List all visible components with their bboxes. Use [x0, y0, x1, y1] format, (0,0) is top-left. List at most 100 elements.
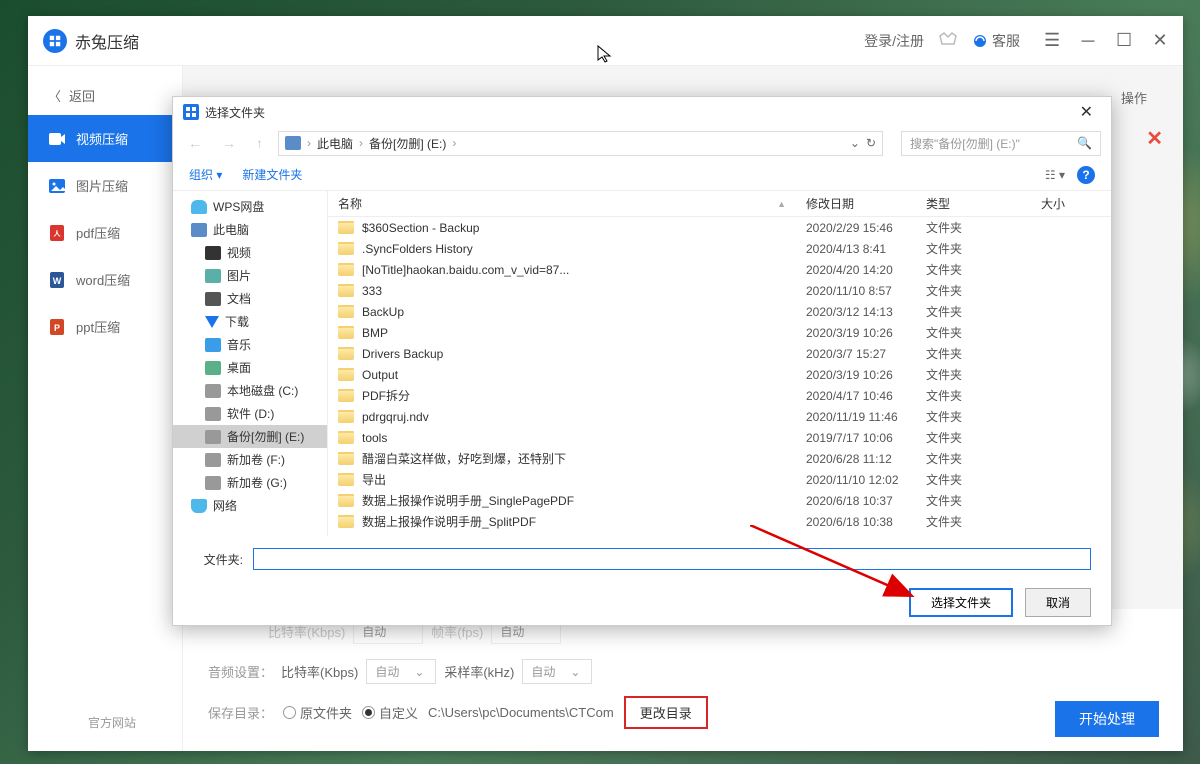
- video-icon: [48, 130, 66, 148]
- ic-pic: [205, 269, 221, 283]
- ppt-icon: P: [48, 318, 66, 336]
- minimize-button[interactable]: －: [1080, 33, 1096, 49]
- file-row[interactable]: BMP2020/3/19 10:26文件夹: [328, 322, 1111, 343]
- bottom-panel: 比特率(Kbps) 自动 帧率(fps) 自动 音频设置： 比特率(Kbps) …: [183, 609, 1183, 751]
- file-row[interactable]: [NoTitle]haokan.baidu.com_v_vid=87...202…: [328, 259, 1111, 280]
- tree-item[interactable]: 音乐: [173, 333, 327, 356]
- sidebar-item-label: ppt压缩: [76, 317, 120, 336]
- pc-icon: [285, 136, 301, 150]
- nav-back-button[interactable]: ←: [183, 135, 207, 151]
- organize-button[interactable]: 组织 ▾: [189, 166, 222, 183]
- sidebar-item-word[interactable]: W word压缩: [28, 256, 182, 303]
- close-button[interactable]: ✕: [1152, 33, 1168, 49]
- view-mode-button[interactable]: ☷ ▾: [1045, 168, 1065, 182]
- folder-icon: [338, 452, 354, 465]
- folder-picker-dialog: 选择文件夹 ✕ ← → ↑ › 此电脑 › 备份[勿删] (E:) › ⌄ ↻ …: [172, 96, 1112, 626]
- help-icon[interactable]: ?: [1077, 166, 1095, 184]
- file-row[interactable]: Output2020/3/19 10:26文件夹: [328, 364, 1111, 385]
- svg-text:人: 人: [54, 229, 62, 238]
- tree-item[interactable]: WPS网盘: [173, 195, 327, 218]
- nav-forward-button[interactable]: →: [217, 135, 241, 151]
- file-row[interactable]: pdrgqruj.ndv2020/11/19 11:46文件夹: [328, 406, 1111, 427]
- bitrate-select[interactable]: 自动⌄: [366, 659, 436, 684]
- folder-name-input[interactable]: [253, 548, 1091, 570]
- file-row[interactable]: BackUp2020/3/12 14:13文件夹: [328, 301, 1111, 322]
- folder-icon: [338, 410, 354, 423]
- start-button[interactable]: 开始处理: [1055, 701, 1159, 737]
- tree-item[interactable]: 文档: [173, 287, 327, 310]
- sidebar-item-ppt[interactable]: P ppt压缩: [28, 303, 182, 350]
- folder-icon: [338, 347, 354, 360]
- file-row[interactable]: $360Section - Backup2020/2/29 15:46文件夹: [328, 217, 1111, 238]
- sidebar-item-pdf[interactable]: 人 pdf压缩: [28, 209, 182, 256]
- audio-settings-row: 音频设置： 比特率(Kbps) 自动⌄ 采样率(kHz) 自动⌄: [208, 659, 1158, 684]
- chevron-down-icon[interactable]: ⌄: [850, 136, 860, 150]
- tree-item[interactable]: 此电脑: [173, 218, 327, 241]
- col-date[interactable]: 修改日期: [806, 195, 926, 212]
- tree-item[interactable]: 图片: [173, 264, 327, 287]
- tree-item[interactable]: 新加卷 (G:): [173, 471, 327, 494]
- ic-dl: [205, 316, 219, 328]
- save-path: C:\Users\pc\Documents\CTCom: [428, 705, 614, 720]
- refresh-icon[interactable]: ↻: [866, 136, 876, 150]
- customer-service-link[interactable]: 客服: [972, 31, 1020, 51]
- pdf-icon: 人: [48, 224, 66, 242]
- ic-disk: [205, 407, 221, 421]
- headset-icon: [972, 33, 988, 49]
- dialog-nav: ← → ↑ › 此电脑 › 备份[勿删] (E:) › ⌄ ↻ 搜索"备份[勿删…: [173, 127, 1111, 159]
- file-row[interactable]: PDF拆分2020/4/17 10:46文件夹: [328, 385, 1111, 406]
- dialog-close-button[interactable]: ✕: [1072, 102, 1101, 122]
- remove-item-button[interactable]: ✕: [1146, 126, 1163, 151]
- file-row[interactable]: Drivers Backup2020/3/7 15:27文件夹: [328, 343, 1111, 364]
- search-input[interactable]: 搜索"备份[勿删] (E:)" 🔍: [901, 131, 1101, 156]
- menu-button[interactable]: ☰: [1044, 33, 1060, 49]
- sidebar-item-image[interactable]: 图片压缩: [28, 162, 182, 209]
- new-folder-button[interactable]: 新建文件夹: [242, 166, 302, 183]
- app-logo-icon: [43, 29, 67, 53]
- official-site-link[interactable]: 官方网站: [88, 714, 136, 731]
- tree-item[interactable]: 备份[勿删] (E:): [173, 425, 327, 448]
- col-type[interactable]: 类型: [926, 195, 1041, 212]
- sidebar-item-label: 视频压缩: [76, 129, 128, 148]
- ic-doc: [205, 292, 221, 306]
- file-row[interactable]: 导出2020/11/10 12:02文件夹: [328, 469, 1111, 490]
- file-row[interactable]: 醋溜白菜这样做，好吃到爆，还特别下2020/6/28 11:12文件夹: [328, 448, 1111, 469]
- sidebar-item-video[interactable]: 视频压缩: [28, 115, 182, 162]
- file-row[interactable]: tools2019/7/17 10:06文件夹: [328, 427, 1111, 448]
- file-row[interactable]: .SyncFolders History2020/4/13 8:41文件夹: [328, 238, 1111, 259]
- file-row[interactable]: 数据上报操作说明手册_SinglePagePDF2020/6/18 10:37文…: [328, 490, 1111, 511]
- tree-item[interactable]: 本地磁盘 (C:): [173, 379, 327, 402]
- dialog-icon: [183, 104, 199, 120]
- sample-select[interactable]: 自动⌄: [522, 659, 592, 684]
- tree-item[interactable]: 网络: [173, 494, 327, 517]
- ops-header: 操作: [1121, 88, 1147, 107]
- titlebar: 赤兔压缩 登录/注册 客服 ☰ － ☐ ✕: [28, 16, 1183, 66]
- vip-icon[interactable]: [938, 30, 958, 51]
- file-row[interactable]: 数据上报操作说明手册_SplitPDF2020/6/18 10:38文件夹: [328, 511, 1111, 532]
- maximize-button[interactable]: ☐: [1116, 33, 1132, 49]
- back-button[interactable]: 〈 返回: [28, 76, 182, 115]
- col-size[interactable]: 大小: [1041, 195, 1101, 212]
- col-name[interactable]: 名称▲: [338, 195, 806, 212]
- nav-up-button[interactable]: ↑: [251, 135, 268, 151]
- ic-disk: [205, 453, 221, 467]
- tree-item[interactable]: 视频: [173, 241, 327, 264]
- select-folder-button[interactable]: 选择文件夹: [909, 588, 1013, 617]
- dialog-title: 选择文件夹: [205, 104, 265, 121]
- save-label: 保存目录：: [208, 703, 273, 722]
- breadcrumb[interactable]: › 此电脑 › 备份[勿删] (E:) › ⌄ ↻: [278, 131, 883, 156]
- dialog-titlebar: 选择文件夹 ✕: [173, 97, 1111, 127]
- audio-label: 音频设置：: [208, 662, 273, 681]
- tree-item[interactable]: 桌面: [173, 356, 327, 379]
- login-link[interactable]: 登录/注册: [864, 31, 924, 51]
- tree-item[interactable]: 下载: [173, 310, 327, 333]
- tree-item[interactable]: 软件 (D:): [173, 402, 327, 425]
- chevron-left-icon: 〈: [48, 86, 61, 105]
- file-row[interactable]: 3332020/11/10 8:57文件夹: [328, 280, 1111, 301]
- change-dir-button[interactable]: 更改目录: [624, 696, 708, 729]
- radio-custom-folder[interactable]: 自定义: [362, 703, 418, 722]
- radio-original-folder[interactable]: 原文件夹: [283, 703, 352, 722]
- ic-disk: [205, 384, 221, 398]
- cancel-button[interactable]: 取消: [1025, 588, 1091, 617]
- tree-item[interactable]: 新加卷 (F:): [173, 448, 327, 471]
